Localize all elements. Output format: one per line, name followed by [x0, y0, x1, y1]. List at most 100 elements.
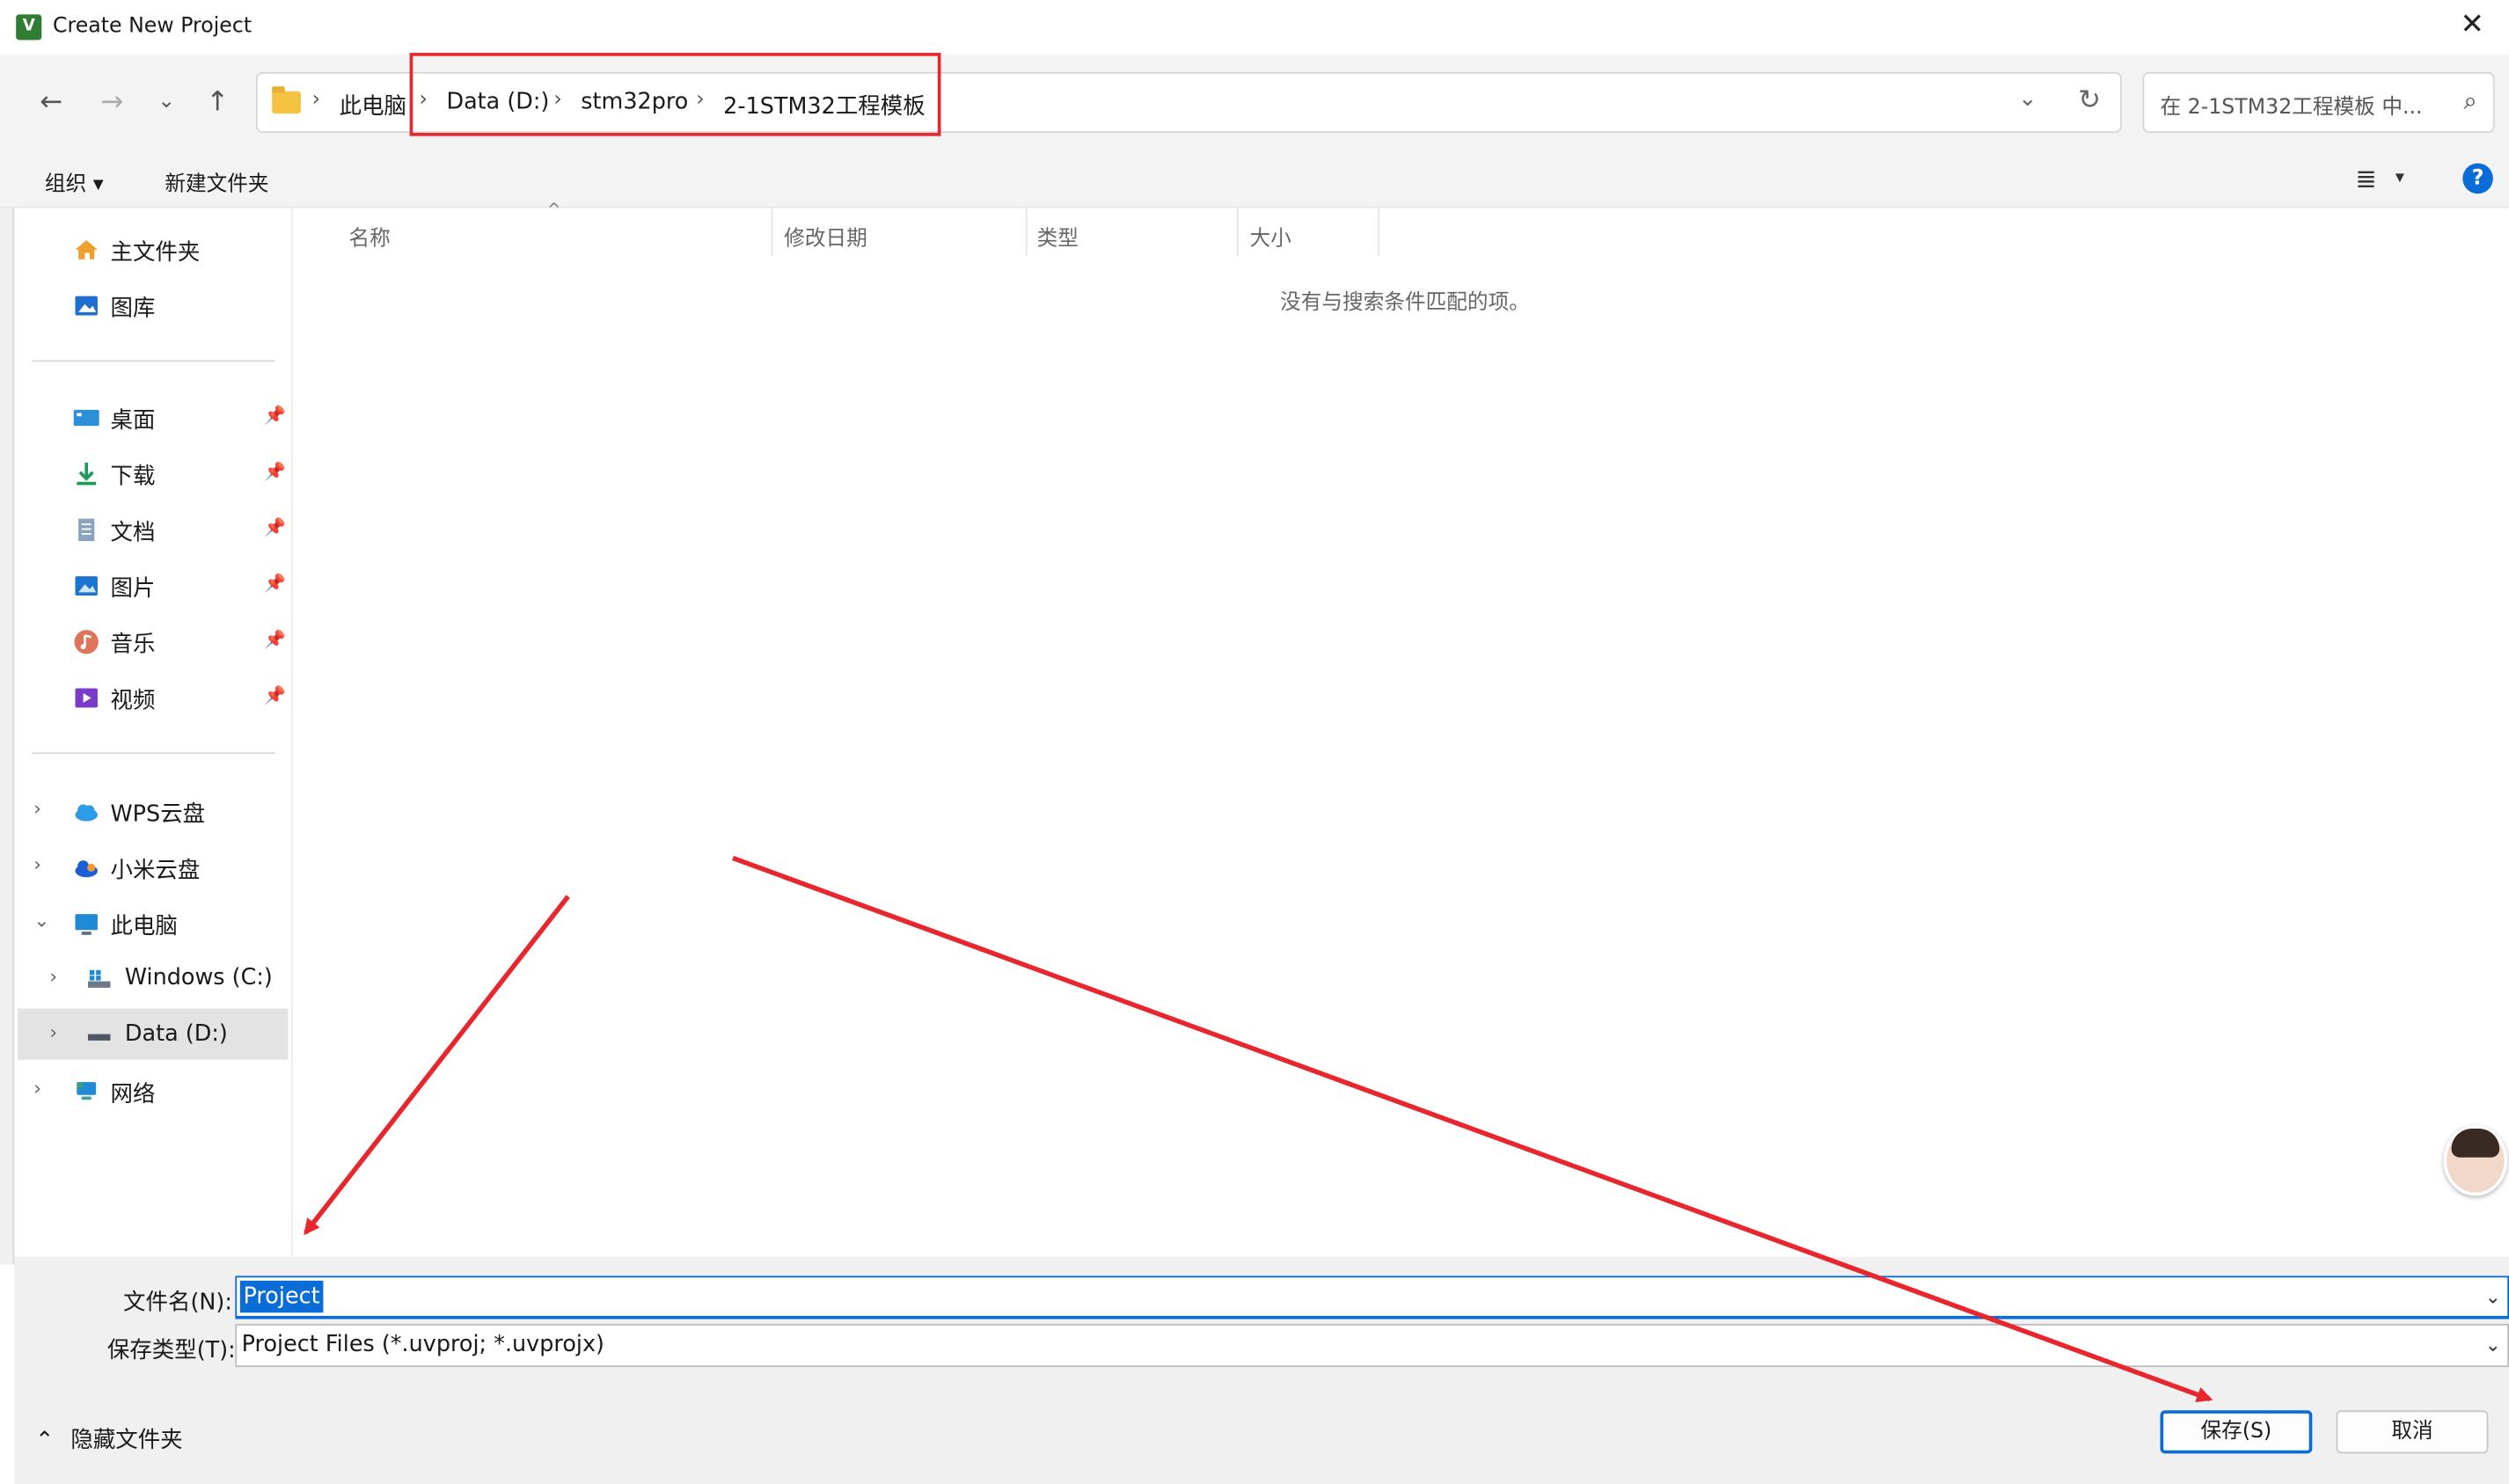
sidebar-item-windows-c[interactable]: › Windows (C:): [14, 953, 292, 1004]
sidebar-item-label: 音乐: [110, 632, 156, 658]
sidebar-item-pictures[interactable]: 图片 📌: [14, 559, 292, 610]
empty-folder-message: 没有与搜索条件匹配的项。: [1280, 291, 1530, 316]
file-list-pane: ^ 名称 修改日期 类型 大小 没有与搜索条件匹配的项。: [294, 201, 2509, 1257]
sidebar-item-wps-cloud[interactable]: › WPS云盘: [14, 785, 292, 836]
pin-icon[interactable]: 📌: [264, 629, 286, 650]
cancel-button[interactable]: 取消: [2336, 1410, 2489, 1454]
assistant-avatar[interactable]: [2443, 1125, 2508, 1196]
title-bar: V Create New Project ✕: [0, 0, 2509, 55]
sidebar-item-data-d[interactable]: › Data (D:): [18, 1008, 289, 1060]
pin-icon[interactable]: 📌: [264, 685, 286, 706]
chevron-up-icon: ⌃: [35, 1428, 55, 1454]
sidebar-item-label: WPS云盘: [110, 801, 206, 828]
sidebar-item-label: Windows (C:): [124, 965, 273, 991]
cloud-icon: [75, 860, 98, 878]
computer-icon: [75, 914, 98, 935]
folder-icon: [272, 86, 301, 114]
music-icon: [74, 630, 99, 654]
hide-folders-label: 隐藏文件夹: [70, 1428, 183, 1454]
sidebar-item-label: 此电脑: [110, 914, 178, 940]
filetype-value: Project Files (*.uvproj; *.uvprojx): [241, 1332, 605, 1358]
new-folder-button[interactable]: 新建文件夹: [165, 166, 268, 197]
desktop-icon: [73, 409, 99, 427]
filename-value: Project: [239, 1280, 324, 1313]
search-box[interactable]: 在 2-1STM32工程模板 中... ⌕: [2142, 71, 2495, 134]
pin-icon[interactable]: 📌: [264, 517, 286, 538]
pin-icon[interactable]: 📌: [264, 461, 286, 482]
sidebar-item-documents[interactable]: 文档 📌: [14, 502, 292, 553]
organize-button[interactable]: 组织 ▾: [45, 166, 104, 197]
view-options-icon[interactable]: ≣: [2355, 164, 2376, 194]
breadcrumb-this-pc[interactable]: 此电脑: [340, 90, 406, 121]
sidebar-item-label: 图片: [110, 576, 156, 603]
drive-icon: [88, 1034, 111, 1041]
filetype-label: 保存类型(T):: [106, 1338, 236, 1364]
sidebar-item-desktop[interactable]: 桌面 📌: [14, 391, 292, 442]
chevron-down-icon[interactable]: ⌄: [2485, 1285, 2501, 1307]
sidebar-item-mi-cloud[interactable]: › 小米云盘: [14, 840, 292, 891]
forward-button[interactable]: →: [92, 84, 131, 122]
search-icon: ⌕: [2463, 86, 2477, 116]
expand-chevron-icon[interactable]: ›: [33, 853, 41, 875]
sidebar-item-videos[interactable]: 视频 📌: [14, 670, 292, 721]
column-divider[interactable]: [771, 208, 773, 257]
pictures-icon: [75, 576, 98, 596]
hide-folders-toggle[interactable]: ⌃ 隐藏文件夹: [35, 1423, 183, 1455]
sidebar-item-label: 小米云盘: [110, 858, 201, 884]
video-icon: [75, 688, 98, 708]
filetype-select[interactable]: Project Files (*.uvproj; *.uvprojx) ⌄: [235, 1323, 2509, 1368]
up-button[interactable]: ↑: [199, 84, 238, 122]
drive-icon: [88, 969, 111, 988]
expand-chevron-icon[interactable]: ›: [49, 965, 57, 987]
sidebar-item-home[interactable]: 主文件夹: [14, 223, 292, 274]
collapse-chevron-icon[interactable]: ⌄: [33, 910, 49, 932]
chevron-down-icon[interactable]: ⌄: [2485, 1334, 2501, 1356]
close-button[interactable]: ✕: [2435, 0, 2509, 55]
background-window-edge: [0, 208, 15, 1265]
expand-chevron-icon[interactable]: ›: [33, 1078, 41, 1100]
sidebar-item-label: 网络: [110, 1082, 156, 1108]
sort-ascending-icon: ^: [547, 201, 561, 220]
keil-app-icon: V: [16, 14, 42, 40]
document-icon: [78, 518, 95, 542]
navigation-bar: ← → ⌄ ↑ › 此电脑 › Data (D:) › stm32pro › 2…: [0, 54, 2509, 151]
window-title: Create New Project: [53, 14, 252, 39]
back-button[interactable]: ←: [32, 84, 70, 122]
column-divider[interactable]: [1025, 208, 1028, 257]
address-dropdown-icon[interactable]: ⌄: [2018, 86, 2037, 112]
recent-locations-button[interactable]: ⌄: [147, 84, 186, 122]
sidebar-divider: [32, 752, 275, 755]
download-icon: [77, 462, 97, 486]
network-icon: [77, 1082, 97, 1100]
pin-icon[interactable]: 📌: [264, 405, 286, 426]
sidebar-item-label: 视频: [110, 688, 156, 714]
save-button[interactable]: 保存(S): [2160, 1410, 2313, 1454]
view-dropdown-icon[interactable]: ▾: [2396, 166, 2404, 187]
sidebar-item-label: Data (D:): [124, 1021, 228, 1048]
column-divider[interactable]: [1237, 208, 1239, 257]
sidebar-item-music[interactable]: 音乐 📌: [14, 615, 292, 666]
sidebar-item-this-pc[interactable]: ⌄ 此电脑: [14, 896, 292, 947]
filename-input[interactable]: Project ⌄: [235, 1276, 2509, 1320]
refresh-icon[interactable]: ↻: [2078, 84, 2101, 116]
home-icon: [75, 239, 98, 260]
sidebar-item-label: 下载: [110, 464, 156, 490]
column-header-name[interactable]: 名称: [349, 221, 391, 251]
sidebar-item-label: 图库: [110, 296, 156, 322]
path-highlight-box: [409, 53, 941, 136]
pin-icon[interactable]: 📌: [264, 573, 286, 594]
column-header-size[interactable]: 大小: [1250, 221, 1291, 251]
help-icon[interactable]: ?: [2462, 163, 2493, 194]
expand-chevron-icon[interactable]: ›: [33, 797, 41, 819]
cloud-icon: [75, 804, 98, 822]
gallery-icon: [75, 296, 98, 316]
command-toolbar: 组织 ▾ 新建文件夹 ≣ ▾ ?: [0, 150, 2509, 208]
sidebar-item-network[interactable]: › 网络: [14, 1064, 292, 1115]
expand-chevron-icon[interactable]: ›: [49, 1021, 57, 1043]
column-divider[interactable]: [1378, 208, 1379, 257]
sidebar-item-gallery[interactable]: 图库: [14, 279, 292, 330]
sidebar-item-downloads[interactable]: 下载 📌: [14, 447, 292, 498]
sidebar-item-label: 主文件夹: [110, 239, 201, 267]
column-header-type[interactable]: 类型: [1037, 221, 1079, 251]
column-header-modified[interactable]: 修改日期: [784, 221, 867, 251]
